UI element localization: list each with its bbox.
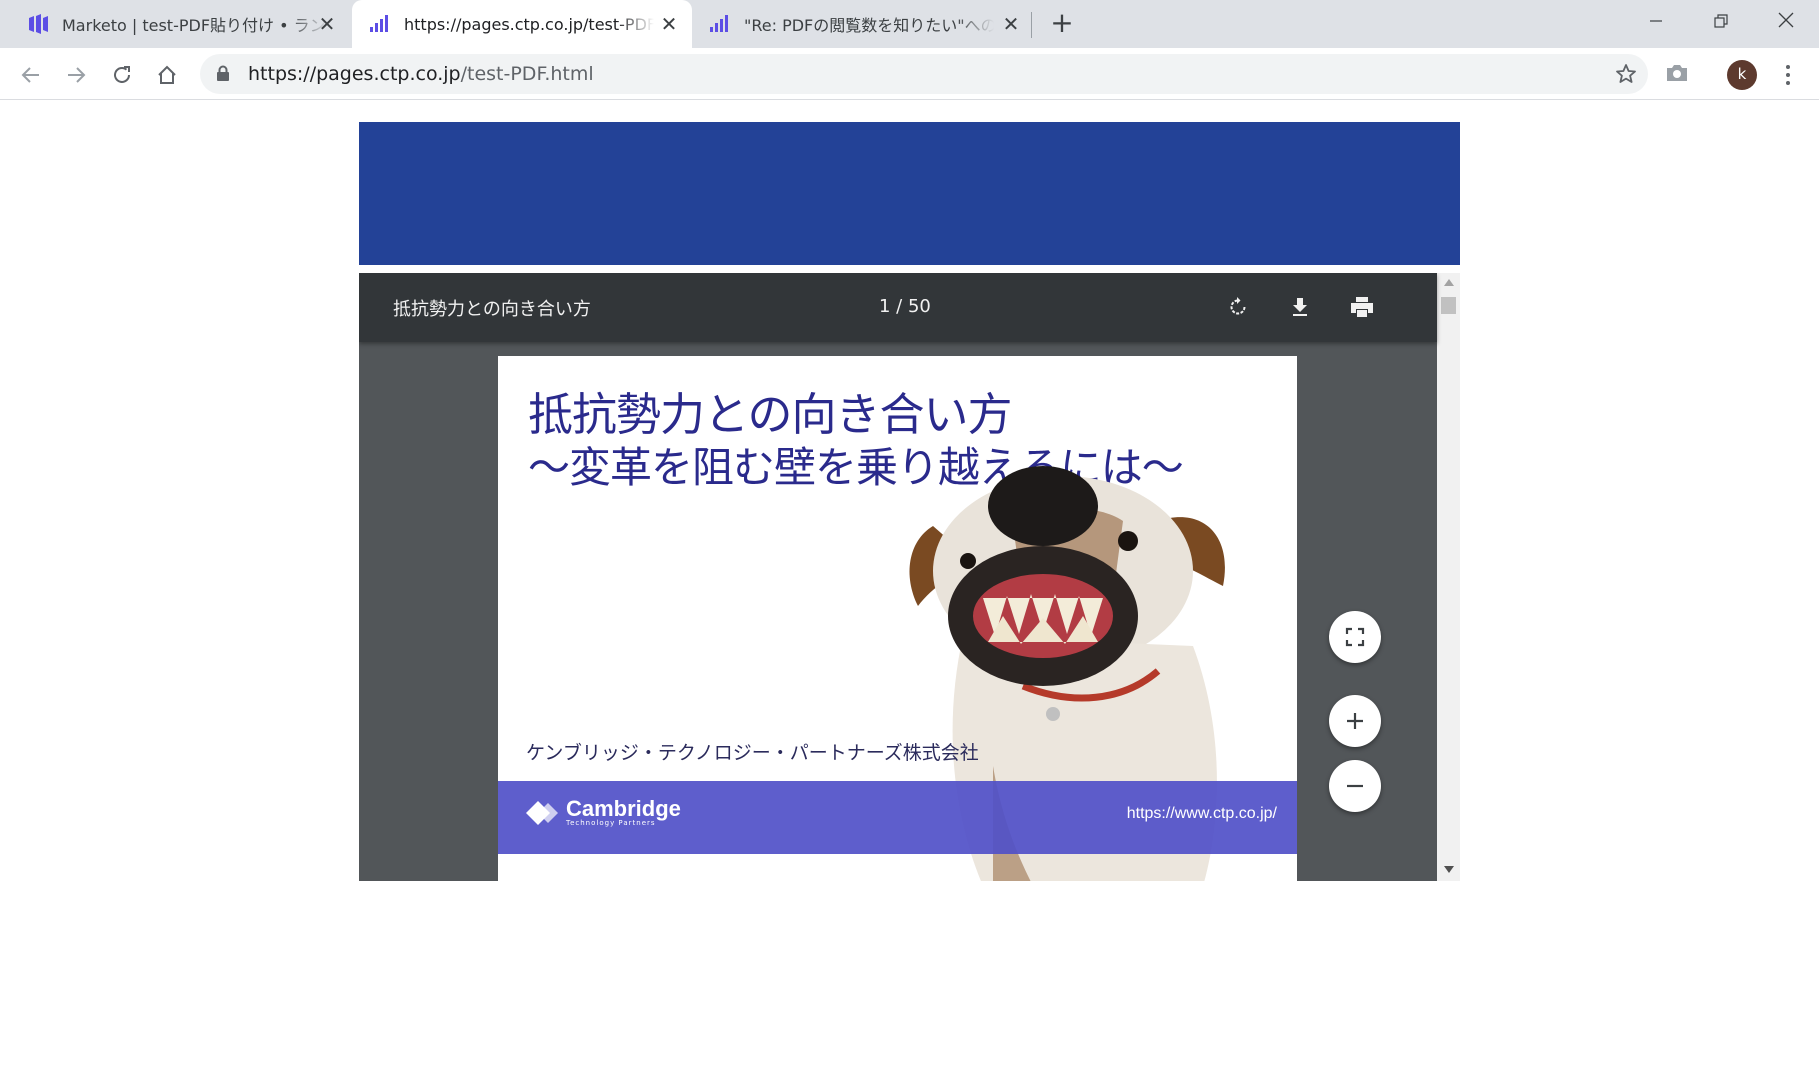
lock-icon[interactable] [216,65,230,86]
window-close-button[interactable] [1768,6,1804,36]
page-header-banner [359,122,1460,265]
zoom-out-icon [1347,784,1363,788]
pdf-viewer[interactable]: 抵抗勢力との向き合い方 1 / 50 抵抗勢力との向き合い方 〜変革を阻む壁を乗… [359,273,1460,881]
minimize-icon [1650,20,1662,22]
tab-marketo[interactable]: Marketo | test-PDF貼り付け • ランディングページ ✕ [0,0,350,48]
download-icon [1293,298,1307,316]
camera-icon[interactable] [1665,62,1689,88]
zoom-in-icon [1347,713,1363,729]
restore-button[interactable] [1703,6,1739,36]
tab-title: "Re: PDFの閲覧数を知りたい"への返信 [744,16,994,35]
restore-icon [1714,14,1728,28]
cambridge-logo: Cambridge Technology Partners [524,796,681,827]
fit-page-icon [1345,627,1365,647]
tab-test-pdf[interactable]: https://pages.ctp.co.jp/test-PDF.html ✕ [352,0,692,48]
page-indicator: 1 / 50 [879,296,931,317]
print-icon [1351,297,1373,317]
address-bar[interactable]: https://pages.ctp.co.jp/test-PDF.html [200,54,1648,94]
close-icon[interactable]: ✕ [1000,13,1022,35]
marketo-bars-icon [708,14,734,34]
footer-url: https://www.ctp.co.jp/ [1126,805,1277,822]
forward-arrow-icon [68,67,86,83]
download-button[interactable] [1285,292,1315,322]
minimize-button[interactable] [1638,6,1674,36]
tab-title: https://pages.ctp.co.jp/test-PDF.html [404,14,654,34]
pdf-title: 抵抗勢力との向き合い方 [393,299,591,320]
logo-wordmark: Cambridge [566,796,681,821]
new-tab-button[interactable]: + [1048,9,1076,38]
more-menu-icon[interactable] [1778,60,1798,90]
url-path: /test-PDF.html [460,63,594,85]
company-name: ケンブリッジ・テクノロジー・パートナーズ株式会社 [526,742,979,764]
close-icon [1778,12,1794,28]
browser-toolbar: https://pages.ctp.co.jp/test-PDF.html k [0,48,1819,100]
reload-icon [114,66,130,83]
tab-strip: Marketo | test-PDF貼り付け • ランディングページ ✕ htt… [0,0,1819,48]
close-icon[interactable]: ✕ [658,13,680,35]
rotate-icon [1230,297,1246,315]
print-button[interactable] [1347,292,1377,322]
pdf-toolbar: 抵抗勢力との向き合い方 1 / 50 [359,273,1437,342]
pdf-page: 抵抗勢力との向き合い方 〜変革を阻む壁を乗り越えるには〜 ケンブリッジ・テクノロ… [498,356,1297,881]
back-arrow-icon [21,67,39,83]
back-button[interactable] [16,60,46,90]
cambridge-logo-icon [526,801,558,825]
pdf-scrollbar[interactable] [1437,273,1460,881]
close-icon[interactable]: ✕ [316,13,338,35]
reload-button[interactable] [107,60,137,90]
zoom-out-button[interactable] [1329,760,1381,812]
home-icon [158,65,176,84]
forward-button[interactable] [61,60,91,90]
fit-page-button[interactable] [1329,611,1381,663]
profile-avatar[interactable]: k [1727,60,1757,90]
bookmark-star-icon[interactable] [1614,62,1638,90]
rotate-button[interactable] [1223,292,1253,322]
scroll-up-arrow-icon[interactable] [1444,279,1454,286]
marketo-bars-icon [368,14,394,34]
url-text[interactable]: https://pages.ctp.co.jp/test-PDF.html [248,63,594,85]
tab-separator [1031,12,1032,38]
scroll-down-arrow-icon[interactable] [1444,866,1454,873]
url-host: https://pages.ctp.co.jp [248,63,461,85]
scroll-thumb[interactable] [1441,297,1456,314]
home-button[interactable] [152,60,182,90]
tab-title: Marketo | test-PDF貼り付け • ランディングページ [62,16,328,35]
tab-re-pdf[interactable]: "Re: PDFの閲覧数を知りたい"への返信 ✕ [694,0,1034,48]
zoom-in-button[interactable] [1329,695,1381,747]
marketo-icon [26,14,52,34]
slide-footer: Cambridge Technology Partners https://ww… [498,781,1297,854]
